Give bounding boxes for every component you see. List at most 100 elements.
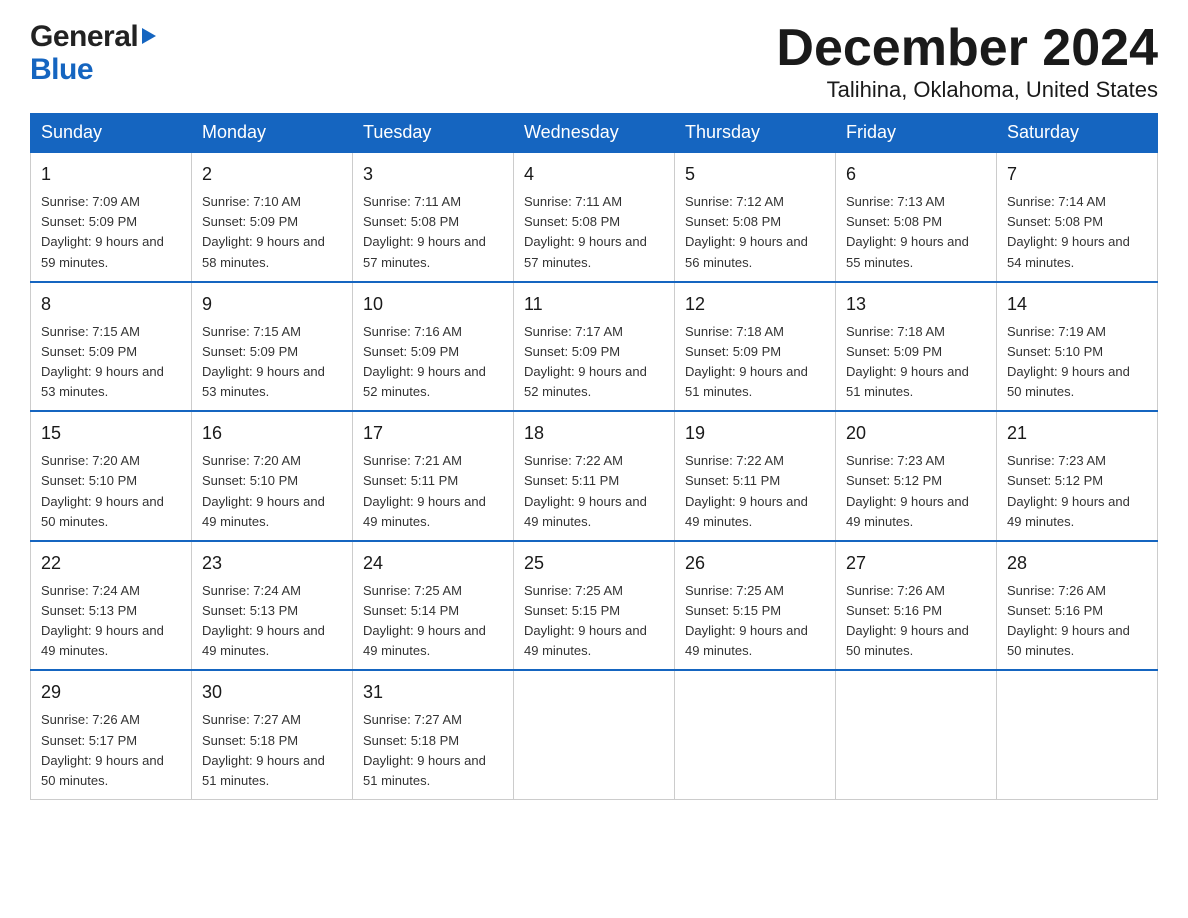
calendar-day-cell: 29 Sunrise: 7:26 AMSunset: 5:17 PMDaylig… — [31, 670, 192, 799]
calendar-day-cell: 7 Sunrise: 7:14 AMSunset: 5:08 PMDayligh… — [997, 152, 1158, 282]
day-number: 3 — [363, 161, 503, 188]
logo: General Blue — [30, 20, 156, 86]
page-header: General Blue December 2024 Talihina, Okl… — [30, 20, 1158, 103]
day-info: Sunrise: 7:21 AMSunset: 5:11 PMDaylight:… — [363, 453, 486, 528]
col-header-monday: Monday — [192, 114, 353, 153]
calendar-day-cell: 10 Sunrise: 7:16 AMSunset: 5:09 PMDaylig… — [353, 282, 514, 412]
day-info: Sunrise: 7:26 AMSunset: 5:17 PMDaylight:… — [41, 712, 164, 787]
day-info: Sunrise: 7:10 AMSunset: 5:09 PMDaylight:… — [202, 194, 325, 269]
calendar-day-cell: 24 Sunrise: 7:25 AMSunset: 5:14 PMDaylig… — [353, 541, 514, 671]
day-info: Sunrise: 7:18 AMSunset: 5:09 PMDaylight:… — [685, 324, 808, 399]
calendar-day-cell: 12 Sunrise: 7:18 AMSunset: 5:09 PMDaylig… — [675, 282, 836, 412]
calendar-day-cell: 23 Sunrise: 7:24 AMSunset: 5:13 PMDaylig… — [192, 541, 353, 671]
calendar-header-row: SundayMondayTuesdayWednesdayThursdayFrid… — [31, 114, 1158, 153]
day-info: Sunrise: 7:24 AMSunset: 5:13 PMDaylight:… — [202, 583, 325, 658]
day-number: 25 — [524, 550, 664, 577]
day-info: Sunrise: 7:15 AMSunset: 5:09 PMDaylight:… — [202, 324, 325, 399]
calendar-day-cell: 4 Sunrise: 7:11 AMSunset: 5:08 PMDayligh… — [514, 152, 675, 282]
calendar-week-row: 15 Sunrise: 7:20 AMSunset: 5:10 PMDaylig… — [31, 411, 1158, 541]
calendar-day-cell: 30 Sunrise: 7:27 AMSunset: 5:18 PMDaylig… — [192, 670, 353, 799]
day-number: 31 — [363, 679, 503, 706]
day-number: 6 — [846, 161, 986, 188]
col-header-saturday: Saturday — [997, 114, 1158, 153]
day-info: Sunrise: 7:13 AMSunset: 5:08 PMDaylight:… — [846, 194, 969, 269]
day-info: Sunrise: 7:11 AMSunset: 5:08 PMDaylight:… — [524, 194, 647, 269]
day-info: Sunrise: 7:24 AMSunset: 5:13 PMDaylight:… — [41, 583, 164, 658]
day-number: 24 — [363, 550, 503, 577]
day-number: 20 — [846, 420, 986, 447]
day-info: Sunrise: 7:25 AMSunset: 5:15 PMDaylight:… — [524, 583, 647, 658]
calendar-week-row: 29 Sunrise: 7:26 AMSunset: 5:17 PMDaylig… — [31, 670, 1158, 799]
logo-arrow-icon — [142, 28, 156, 44]
calendar-day-cell: 8 Sunrise: 7:15 AMSunset: 5:09 PMDayligh… — [31, 282, 192, 412]
calendar-day-cell: 16 Sunrise: 7:20 AMSunset: 5:10 PMDaylig… — [192, 411, 353, 541]
day-number: 10 — [363, 291, 503, 318]
day-number: 27 — [846, 550, 986, 577]
day-number: 11 — [524, 291, 664, 318]
title-area: December 2024 Talihina, Oklahoma, United… — [776, 20, 1158, 103]
day-info: Sunrise: 7:16 AMSunset: 5:09 PMDaylight:… — [363, 324, 486, 399]
day-info: Sunrise: 7:20 AMSunset: 5:10 PMDaylight:… — [41, 453, 164, 528]
empty-cell — [675, 670, 836, 799]
day-number: 1 — [41, 161, 181, 188]
day-number: 7 — [1007, 161, 1147, 188]
day-number: 28 — [1007, 550, 1147, 577]
calendar-day-cell: 22 Sunrise: 7:24 AMSunset: 5:13 PMDaylig… — [31, 541, 192, 671]
calendar-day-cell: 6 Sunrise: 7:13 AMSunset: 5:08 PMDayligh… — [836, 152, 997, 282]
day-info: Sunrise: 7:12 AMSunset: 5:08 PMDaylight:… — [685, 194, 808, 269]
calendar-day-cell: 18 Sunrise: 7:22 AMSunset: 5:11 PMDaylig… — [514, 411, 675, 541]
calendar-day-cell: 14 Sunrise: 7:19 AMSunset: 5:10 PMDaylig… — [997, 282, 1158, 412]
day-info: Sunrise: 7:11 AMSunset: 5:08 PMDaylight:… — [363, 194, 486, 269]
day-info: Sunrise: 7:18 AMSunset: 5:09 PMDaylight:… — [846, 324, 969, 399]
calendar-day-cell: 21 Sunrise: 7:23 AMSunset: 5:12 PMDaylig… — [997, 411, 1158, 541]
day-number: 9 — [202, 291, 342, 318]
calendar-day-cell: 2 Sunrise: 7:10 AMSunset: 5:09 PMDayligh… — [192, 152, 353, 282]
day-info: Sunrise: 7:15 AMSunset: 5:09 PMDaylight:… — [41, 324, 164, 399]
calendar-day-cell: 15 Sunrise: 7:20 AMSunset: 5:10 PMDaylig… — [31, 411, 192, 541]
day-number: 5 — [685, 161, 825, 188]
calendar-day-cell: 19 Sunrise: 7:22 AMSunset: 5:11 PMDaylig… — [675, 411, 836, 541]
day-info: Sunrise: 7:23 AMSunset: 5:12 PMDaylight:… — [1007, 453, 1130, 528]
day-info: Sunrise: 7:27 AMSunset: 5:18 PMDaylight:… — [202, 712, 325, 787]
day-number: 26 — [685, 550, 825, 577]
calendar-day-cell: 26 Sunrise: 7:25 AMSunset: 5:15 PMDaylig… — [675, 541, 836, 671]
day-number: 29 — [41, 679, 181, 706]
calendar-day-cell: 25 Sunrise: 7:25 AMSunset: 5:15 PMDaylig… — [514, 541, 675, 671]
day-info: Sunrise: 7:09 AMSunset: 5:09 PMDaylight:… — [41, 194, 164, 269]
day-number: 18 — [524, 420, 664, 447]
col-header-tuesday: Tuesday — [353, 114, 514, 153]
calendar-day-cell: 3 Sunrise: 7:11 AMSunset: 5:08 PMDayligh… — [353, 152, 514, 282]
calendar-table: SundayMondayTuesdayWednesdayThursdayFrid… — [30, 113, 1158, 800]
day-info: Sunrise: 7:25 AMSunset: 5:14 PMDaylight:… — [363, 583, 486, 658]
calendar-week-row: 1 Sunrise: 7:09 AMSunset: 5:09 PMDayligh… — [31, 152, 1158, 282]
calendar-day-cell: 17 Sunrise: 7:21 AMSunset: 5:11 PMDaylig… — [353, 411, 514, 541]
day-number: 19 — [685, 420, 825, 447]
logo-general: General — [30, 20, 138, 53]
day-number: 17 — [363, 420, 503, 447]
day-info: Sunrise: 7:27 AMSunset: 5:18 PMDaylight:… — [363, 712, 486, 787]
day-number: 14 — [1007, 291, 1147, 318]
day-info: Sunrise: 7:22 AMSunset: 5:11 PMDaylight:… — [524, 453, 647, 528]
month-title: December 2024 — [776, 20, 1158, 77]
day-number: 13 — [846, 291, 986, 318]
col-header-wednesday: Wednesday — [514, 114, 675, 153]
calendar-day-cell: 9 Sunrise: 7:15 AMSunset: 5:09 PMDayligh… — [192, 282, 353, 412]
day-number: 30 — [202, 679, 342, 706]
location-subtitle: Talihina, Oklahoma, United States — [776, 77, 1158, 103]
calendar-day-cell: 27 Sunrise: 7:26 AMSunset: 5:16 PMDaylig… — [836, 541, 997, 671]
calendar-day-cell: 13 Sunrise: 7:18 AMSunset: 5:09 PMDaylig… — [836, 282, 997, 412]
calendar-week-row: 22 Sunrise: 7:24 AMSunset: 5:13 PMDaylig… — [31, 541, 1158, 671]
logo-blue: Blue — [30, 53, 93, 86]
col-header-thursday: Thursday — [675, 114, 836, 153]
calendar-day-cell: 11 Sunrise: 7:17 AMSunset: 5:09 PMDaylig… — [514, 282, 675, 412]
empty-cell — [997, 670, 1158, 799]
day-info: Sunrise: 7:17 AMSunset: 5:09 PMDaylight:… — [524, 324, 647, 399]
day-info: Sunrise: 7:14 AMSunset: 5:08 PMDaylight:… — [1007, 194, 1130, 269]
day-info: Sunrise: 7:22 AMSunset: 5:11 PMDaylight:… — [685, 453, 808, 528]
calendar-day-cell: 28 Sunrise: 7:26 AMSunset: 5:16 PMDaylig… — [997, 541, 1158, 671]
day-number: 16 — [202, 420, 342, 447]
day-info: Sunrise: 7:26 AMSunset: 5:16 PMDaylight:… — [1007, 583, 1130, 658]
day-number: 15 — [41, 420, 181, 447]
day-number: 4 — [524, 161, 664, 188]
day-number: 2 — [202, 161, 342, 188]
